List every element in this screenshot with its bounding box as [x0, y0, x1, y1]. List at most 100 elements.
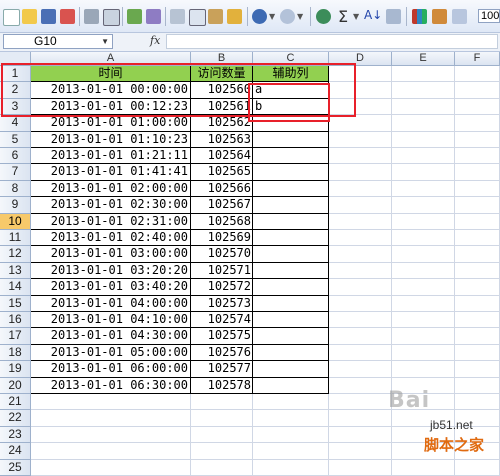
cell-f13[interactable]: [455, 262, 500, 280]
column-header-f[interactable]: F: [455, 52, 500, 66]
cell-d24[interactable]: [329, 443, 392, 460]
cell-f14[interactable]: [455, 279, 500, 296]
row-header[interactable]: 23: [0, 426, 31, 444]
row-header[interactable]: 20: [0, 377, 31, 394]
cell-d10[interactable]: [329, 213, 392, 230]
cell-f19[interactable]: [455, 361, 500, 378]
column-header-d[interactable]: D: [329, 52, 392, 66]
row-header[interactable]: 5: [0, 131, 31, 148]
cell-d8[interactable]: [329, 180, 392, 198]
cell-a7[interactable]: 2013-01-01 01:41:41: [31, 164, 191, 181]
cell-a5[interactable]: 2013-01-01 01:10:23: [31, 131, 191, 148]
row-header[interactable]: 25: [0, 459, 31, 476]
cell-c21[interactable]: [253, 394, 329, 411]
row-header[interactable]: 24: [0, 443, 31, 460]
cell-a8[interactable]: 2013-01-01 02:00:00: [31, 180, 191, 198]
name-box[interactable]: G10 ▼: [3, 34, 113, 49]
paste-icon[interactable]: [208, 9, 223, 24]
column-header-b[interactable]: B: [191, 52, 253, 66]
permission-icon[interactable]: [60, 9, 75, 24]
cell-f4[interactable]: [455, 115, 500, 132]
cell-a12[interactable]: 2013-01-01 03:00:00: [31, 246, 191, 263]
open-folder-icon[interactable]: [22, 9, 37, 24]
cell-e2[interactable]: [392, 82, 455, 99]
cell-b16[interactable]: 102574: [191, 312, 253, 329]
cell-a11[interactable]: 2013-01-01 02:40:00: [31, 230, 191, 247]
cell-d16[interactable]: [329, 312, 392, 329]
row-header[interactable]: 22: [0, 410, 31, 427]
cell-d14[interactable]: [329, 279, 392, 296]
spelling-icon[interactable]: [127, 9, 142, 24]
cell-d17[interactable]: [329, 328, 392, 345]
cell-d6[interactable]: [329, 148, 392, 165]
cell-d4[interactable]: [329, 115, 392, 132]
cell-f15[interactable]: [455, 295, 500, 312]
cell-a17[interactable]: 2013-01-01 04:30:00: [31, 328, 191, 345]
autosum-dropdown-icon[interactable]: ▼: [353, 12, 359, 21]
cell-b13[interactable]: 102571: [191, 262, 253, 280]
cell-a19[interactable]: 2013-01-01 06:00:00: [31, 361, 191, 378]
cell-c16[interactable]: [253, 312, 329, 329]
cell-c11[interactable]: [253, 230, 329, 247]
new-document-icon[interactable]: [3, 9, 20, 26]
cell-d3[interactable]: [329, 98, 392, 116]
cell-d5[interactable]: [329, 131, 392, 148]
cell-d9[interactable]: [329, 197, 392, 214]
cell-b11[interactable]: 102569: [191, 230, 253, 247]
cell-b20[interactable]: 102578: [191, 377, 253, 394]
format-painter-icon[interactable]: [227, 9, 242, 24]
cell-b6[interactable]: 102564: [191, 148, 253, 165]
cell-a18[interactable]: 2013-01-01 05:00:00: [31, 344, 191, 362]
cell-c15[interactable]: [253, 295, 329, 312]
table-header-cell[interactable]: 辅助列: [253, 66, 329, 83]
cell-b14[interactable]: 102572: [191, 279, 253, 296]
cell-a10[interactable]: 2013-01-01 02:31:00: [31, 213, 191, 230]
cell-e10[interactable]: [392, 213, 455, 230]
zoom-box[interactable]: 100: [478, 9, 500, 23]
cell-a9[interactable]: 2013-01-01 02:30:00: [31, 197, 191, 214]
cell-d18[interactable]: [329, 344, 392, 362]
chevron-down-icon[interactable]: ▼: [101, 35, 109, 48]
research-icon[interactable]: [146, 9, 161, 24]
save-icon[interactable]: [41, 9, 56, 24]
cell-d21[interactable]: [329, 394, 392, 411]
cell-f17[interactable]: [455, 328, 500, 345]
cell-b21[interactable]: [191, 394, 253, 411]
cell-e13[interactable]: [392, 262, 455, 280]
row-header[interactable]: 9: [0, 197, 31, 214]
cell-e15[interactable]: [392, 295, 455, 312]
row-header[interactable]: 1: [0, 66, 31, 83]
cell-e6[interactable]: [392, 148, 455, 165]
row-header[interactable]: 12: [0, 246, 31, 263]
copy-icon[interactable]: [189, 9, 206, 26]
cell-a24[interactable]: [31, 443, 191, 460]
cell-b22[interactable]: [191, 410, 253, 427]
cell-f9[interactable]: [455, 197, 500, 214]
cell-c23[interactable]: [253, 426, 329, 444]
cell-b17[interactable]: 102575: [191, 328, 253, 345]
autosum-icon[interactable]: Σ: [338, 7, 348, 26]
row-header[interactable]: 2: [0, 82, 31, 99]
cell-f6[interactable]: [455, 148, 500, 165]
table-header-cell[interactable]: 时间: [31, 66, 191, 83]
cell-b9[interactable]: 102567: [191, 197, 253, 214]
cell-b19[interactable]: 102577: [191, 361, 253, 378]
undo-dropdown-icon[interactable]: ▼: [269, 12, 275, 21]
cell-e7[interactable]: [392, 164, 455, 181]
cell-d1[interactable]: [329, 66, 392, 83]
cell-f2[interactable]: [455, 82, 500, 99]
cell-c10[interactable]: [253, 213, 329, 230]
row-header[interactable]: 21: [0, 394, 31, 411]
cell-c19[interactable]: [253, 361, 329, 378]
cell-b24[interactable]: [191, 443, 253, 460]
cell-a25[interactable]: [31, 459, 191, 476]
cell-d23[interactable]: [329, 426, 392, 444]
cell-b12[interactable]: 102570: [191, 246, 253, 263]
sort-ascending-icon[interactable]: A↓: [364, 8, 382, 22]
cell-c13[interactable]: [253, 262, 329, 280]
cell-c2[interactable]: a: [253, 82, 329, 99]
hyperlink-icon[interactable]: [316, 9, 331, 24]
row-header[interactable]: 15: [0, 295, 31, 312]
sort-descending-icon[interactable]: [386, 9, 401, 24]
cell-a23[interactable]: [31, 426, 191, 444]
